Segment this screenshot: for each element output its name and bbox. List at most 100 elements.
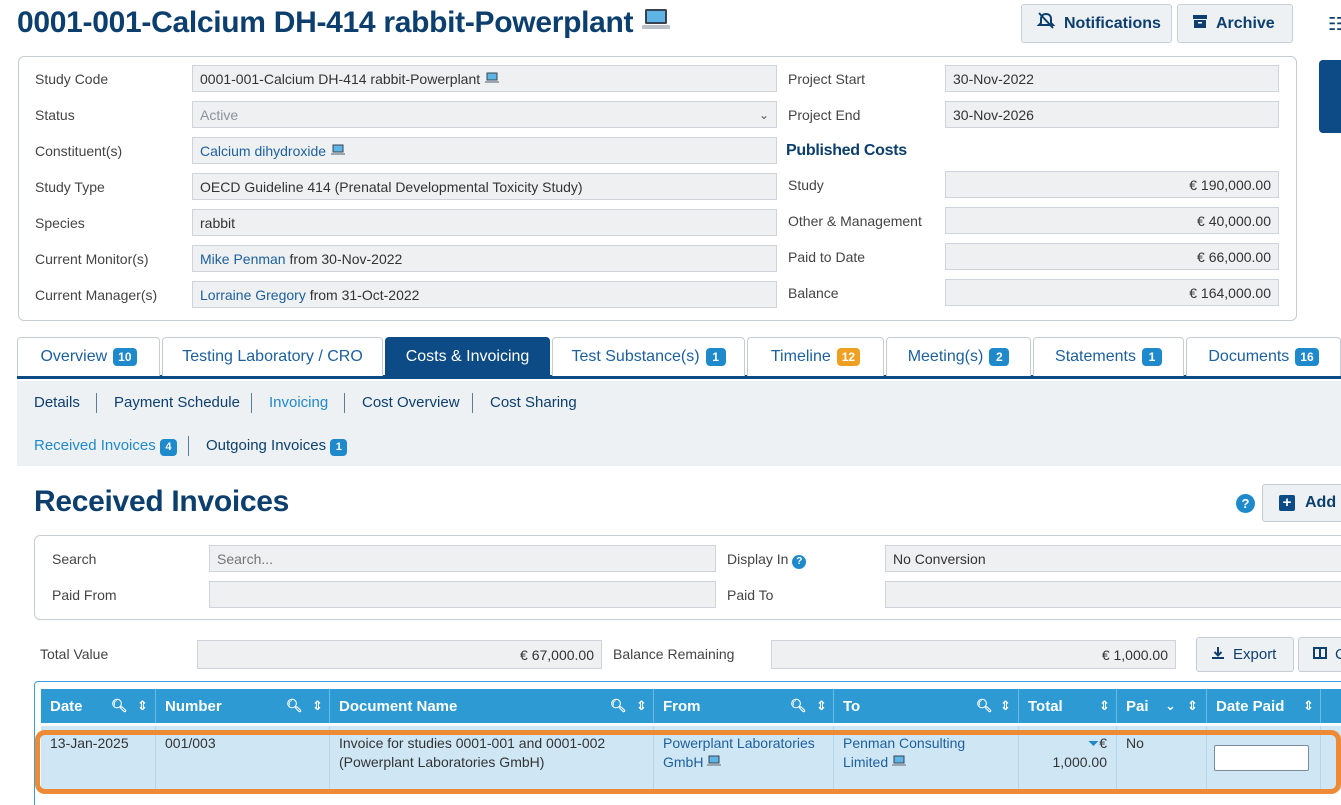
cell-to: Penman Consulting Limited <box>834 726 1019 790</box>
section-title: Received Invoices <box>34 485 290 518</box>
subnav-details[interactable]: Details <box>34 394 80 411</box>
chevron-down-icon: ⌄ <box>758 107 769 122</box>
paid-to-input[interactable] <box>885 581 1341 608</box>
search-icon[interactable]: 🔍︎ <box>976 698 993 714</box>
chevron-down-icon[interactable]: ⌄ <box>1165 698 1176 714</box>
total-value-label: Total Value <box>40 646 109 662</box>
subnav-received-invoices[interactable]: Received Invoices 4 <box>34 437 177 456</box>
cost-balance-field: € 164,000.00 <box>945 279 1279 306</box>
columns-icon <box>1313 646 1327 664</box>
search-icon[interactable]: 🔍︎ <box>111 698 128 714</box>
column-document-name[interactable]: Document Name 🔍︎ ⇕ <box>330 689 654 723</box>
date-paid-input[interactable] <box>1214 745 1309 771</box>
from-link[interactable]: Powerplant Laboratories GmbH <box>663 735 815 770</box>
constituent-link[interactable]: Calcium dihydroxide <box>200 143 326 159</box>
cost-study-label: Study <box>788 177 824 193</box>
cell-date: 13-Jan-2025 <box>41 726 156 790</box>
archive-icon <box>1192 13 1208 34</box>
sort-icon[interactable]: ⇕ <box>816 698 827 714</box>
subnav-invoicing[interactable]: Invoicing <box>269 394 328 411</box>
menu-icon[interactable]: ☷ <box>1328 14 1341 35</box>
search-input[interactable] <box>209 545 716 572</box>
status-select[interactable]: Active ⌄ <box>192 101 777 128</box>
project-end-field: 30-Nov-2026 <box>945 101 1279 128</box>
divider <box>251 393 252 413</box>
total-value-field: € 67,000.00 <box>197 640 602 669</box>
laptop-icon <box>892 754 907 770</box>
subnav-payment-schedule[interactable]: Payment Schedule <box>114 394 240 411</box>
archive-button[interactable]: Archive <box>1177 4 1293 43</box>
bell-off-icon <box>1036 12 1056 35</box>
add-invoice-button[interactable]: + Add I <box>1262 484 1341 522</box>
tab-statements[interactable]: Statements 1 <box>1033 337 1184 376</box>
display-in-select[interactable]: No Conversion <box>885 545 1341 572</box>
constituents-label: Constituent(s) <box>35 143 123 159</box>
filter-icon[interactable]: ⏷ <box>1088 735 1099 751</box>
side-panel-toggle[interactable] <box>1319 60 1341 133</box>
sort-icon[interactable]: ⇕ <box>1187 698 1198 714</box>
subnav-cost-overview[interactable]: Cost Overview <box>362 394 460 411</box>
divider <box>188 436 189 456</box>
sort-icon[interactable]: ⇕ <box>1303 698 1314 714</box>
cell-paid: No <box>1117 726 1207 790</box>
project-start-label: Project Start <box>788 71 866 87</box>
help-icon[interactable]: ? <box>792 555 807 569</box>
tab-overview[interactable]: Overview 10 <box>17 337 160 376</box>
search-icon[interactable]: 🔍︎ <box>790 698 807 714</box>
monitor-link[interactable]: Mike Penman <box>200 251 286 267</box>
tab-timeline[interactable]: Timeline 12 <box>747 337 884 376</box>
cost-paid-label: Paid to Date <box>788 249 866 265</box>
monitor-label: Current Monitor(s) <box>35 251 149 267</box>
cost-study-field: € 190,000.00 <box>945 171 1279 198</box>
column-to[interactable]: To 🔍︎ ⇕ <box>834 689 1019 723</box>
tab-costs-invoicing[interactable]: Costs & Invoicing <box>385 337 550 376</box>
tab-test-substances[interactable]: Test Substance(s) 1 <box>552 337 745 376</box>
laptop-icon <box>641 7 671 41</box>
table-row[interactable]: 13-Jan-2025 001/003 Invoice for studies … <box>41 726 1341 790</box>
manager-label: Current Manager(s) <box>35 287 158 303</box>
manager-link[interactable]: Lorraine Gregory <box>200 287 306 303</box>
subnav-outgoing-invoices[interactable]: Outgoing Invoices 1 <box>206 437 348 456</box>
paid-from-label: Paid From <box>52 587 117 603</box>
plus-icon: + <box>1279 495 1295 511</box>
download-icon <box>1211 646 1225 664</box>
column-number[interactable]: Number 🔍︎ ⇕ <box>156 689 330 723</box>
project-start-field: 30-Nov-2022 <box>945 65 1279 92</box>
display-in-label: Display In ? <box>727 551 807 569</box>
sort-icon[interactable]: ⇕ <box>312 698 323 714</box>
document-link[interactable]: Invoice for studies 0001-001 and 0001-00… <box>330 726 654 790</box>
column-total[interactable]: Total ⇕ <box>1019 689 1117 723</box>
table-header: Date 🔍︎ ⇕ Number 🔍︎ ⇕ Document Name 🔍︎ ⇕ From 🔍… <box>41 689 1341 723</box>
tab-testing-laboratory[interactable]: Testing Laboratory / CRO <box>162 337 383 376</box>
monitor-field: Mike Penman from 30-Nov-2022 <box>192 245 777 272</box>
column-from[interactable]: From 🔍︎ ⇕ <box>654 689 834 723</box>
column-paid[interactable]: Pai ⌄ ⇕ <box>1117 689 1207 723</box>
tab-documents[interactable]: Documents 16 <box>1186 337 1341 376</box>
tab-meetings[interactable]: Meeting(s) 2 <box>886 337 1031 376</box>
subnav-cost-sharing[interactable]: Cost Sharing <box>490 394 577 411</box>
column-date-paid[interactable]: Date Paid ⇕ <box>1207 689 1321 723</box>
balance-remaining-field: € 1,000.00 <box>771 640 1176 669</box>
column-date[interactable]: Date 🔍︎ ⇕ <box>41 689 156 723</box>
sort-icon[interactable]: ⇕ <box>636 698 647 714</box>
search-icon[interactable]: 🔍︎ <box>610 698 627 714</box>
notifications-button[interactable]: Notifications <box>1021 4 1172 43</box>
sort-icon[interactable]: ⇕ <box>137 698 148 714</box>
sort-icon[interactable]: ⇕ <box>1099 698 1110 714</box>
project-end-label: Project End <box>788 107 861 123</box>
help-icon[interactable]: ? <box>1236 494 1255 513</box>
columns-button[interactable]: C <box>1298 637 1341 672</box>
paid-to-label: Paid To <box>727 587 774 603</box>
manager-field: Lorraine Gregory from 31-Oct-2022 <box>192 281 777 308</box>
laptop-icon <box>331 143 346 159</box>
study-type-label: Study Type <box>35 179 105 195</box>
balance-remaining-label: Balance Remaining <box>613 646 735 662</box>
divider <box>96 393 97 413</box>
tab-bar: Overview 10 Testing Laboratory / CRO Cost… <box>17 337 1341 379</box>
laptop-icon <box>485 71 500 87</box>
search-icon[interactable]: 🔍︎ <box>286 698 303 714</box>
cell-from: Powerplant Laboratories GmbH <box>654 726 834 790</box>
sort-icon[interactable]: ⇕ <box>1000 698 1011 714</box>
paid-from-input[interactable] <box>209 581 716 608</box>
export-button[interactable]: Export <box>1196 637 1294 672</box>
